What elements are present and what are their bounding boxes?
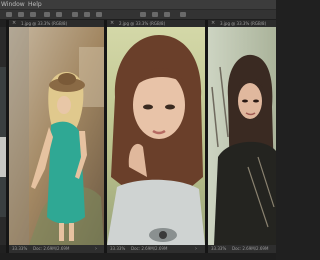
options-bar [0,10,276,20]
tool-option-icon[interactable] [152,12,158,17]
photo-girl-dark-hair [208,27,276,245]
photo-girl-teal-dress [9,27,104,245]
close-icon[interactable]: × [110,20,114,27]
document-tab-label: 1.jpg @ 33.3% (RGB/8) [21,21,68,26]
tool-option-icon[interactable] [140,12,146,17]
doc-size: Doc: 2.69M/2.69M [131,246,168,251]
tool-option-icon[interactable] [164,12,170,17]
status-bar: 33.33% Doc: 2.69M/2.69M › [9,245,104,253]
arrow-right-icon[interactable]: › [195,245,197,253]
document-tab[interactable]: × 3.jpg @ 33.3% (RGB/8) [208,20,276,27]
zoom-level[interactable]: 33.33% [211,245,226,253]
document-tab-label: 2.jpg @ 33.3% (RGB/8) [119,21,166,26]
tool-option-icon[interactable] [72,12,78,17]
menu-help[interactable]: Help [28,0,42,10]
tool-option-icon[interactable] [44,12,50,17]
status-bar: 33.33% Doc: 2.69M/2.69M › [107,245,205,253]
menu-window[interactable]: Window [1,0,25,10]
zoom-level[interactable]: 33.33% [12,245,27,253]
document-tab[interactable]: × 2.jpg @ 33.3% (RGB/8) [107,20,205,27]
zoom-level[interactable]: 33.33% [110,245,125,253]
tool-option-icon[interactable] [180,12,186,17]
document-canvas[interactable] [107,27,205,245]
tool-option-icon[interactable] [18,12,24,17]
close-icon[interactable]: × [12,20,16,27]
photo-girl-portrait [107,27,205,245]
doc-size: Doc: 2.69M/2.69M [33,246,70,251]
arrow-right-icon[interactable]: › [95,245,97,253]
menu-bar: Window Help [0,0,276,10]
document-tab-label: 3.jpg @ 33.3% (RGB/8) [220,21,267,26]
bottom-panel [0,253,276,260]
tool-option-icon[interactable] [96,12,102,17]
tool-option-icon[interactable] [84,12,90,17]
close-icon[interactable]: × [211,20,215,27]
tool-option-icon[interactable] [6,12,12,17]
document-canvas[interactable] [208,27,276,245]
document-canvas[interactable] [9,27,104,245]
tool-option-icon[interactable] [56,12,62,17]
doc-size: Doc: 2.69M/2.69M [232,246,269,251]
document-tab[interactable]: × 1.jpg @ 33.3% (RGB/8) [9,20,104,27]
status-bar: 33.33% Doc: 2.69M/2.69M [208,245,276,253]
tool-option-icon[interactable] [30,12,36,17]
